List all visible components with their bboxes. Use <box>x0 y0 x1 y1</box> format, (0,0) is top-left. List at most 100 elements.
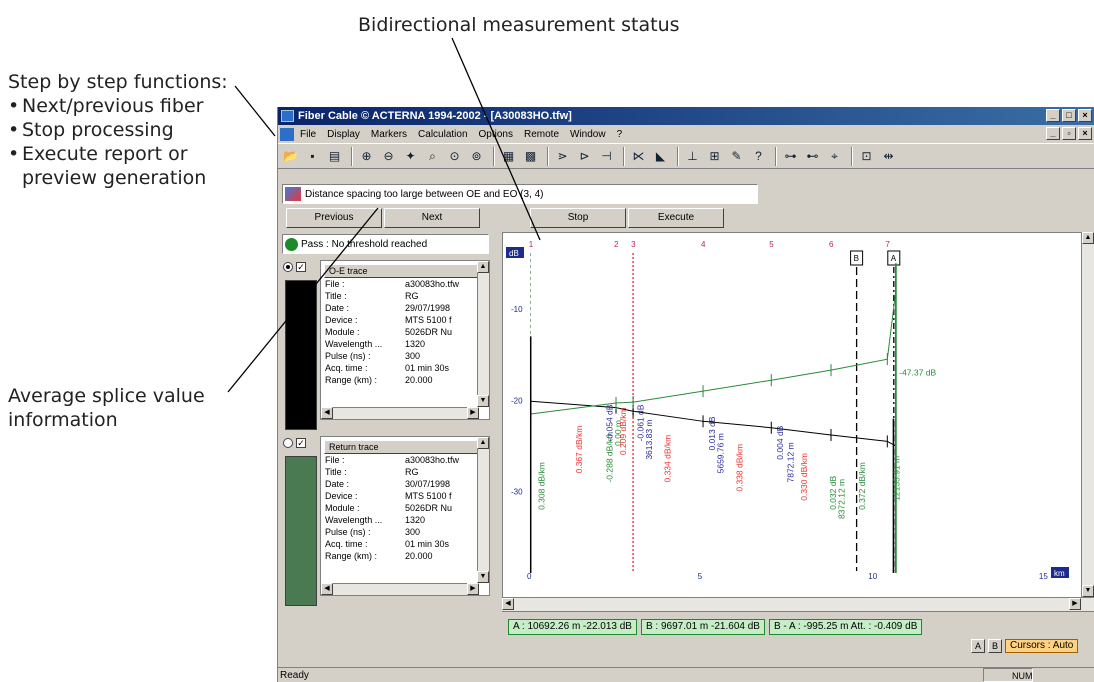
title-bar: Fiber Cable © ACTERNA 1994-2002 - [A3008… <box>278 107 1094 125</box>
chart-horizontal-scrollbar[interactable]: ◀ ▶ <box>502 597 1094 611</box>
trace-checkbox[interactable]: ✓ <box>296 438 306 448</box>
scroll-down-icon[interactable]: ▼ <box>477 571 489 583</box>
execute-button[interactable]: Execute <box>628 208 724 228</box>
event-value-label: 0.308 dB/km <box>536 462 546 510</box>
menu-calculation[interactable]: Calculation <box>418 129 467 140</box>
print-icon[interactable]: ▤ <box>325 147 344 166</box>
compare-icon[interactable]: ⊶ <box>781 147 800 166</box>
cursor-a-readout: A : 10692.26 m -22.013 dB <box>508 619 637 635</box>
cursor-icon[interactable]: ◣ <box>651 147 670 166</box>
zoom-out-icon[interactable]: ⊖ <box>379 147 398 166</box>
scroll-right-icon[interactable]: ▶ <box>1069 598 1081 610</box>
trace-info-row: Module : 5026DR Nu <box>321 326 489 338</box>
next-button[interactable]: Next <box>384 208 480 228</box>
scroll-down-icon[interactable]: ▼ <box>477 395 489 407</box>
scroll-left-icon[interactable]: ◀ <box>321 583 333 595</box>
otdr-chart-svg[interactable]: dB km -10 -20 -30 0 5 10 15 1 2 3 4 5 6 7 B A 0.308 dB/km -… <box>503 233 1083 598</box>
cursor-a-button[interactable]: A <box>971 639 985 653</box>
trace-radio[interactable] <box>283 438 293 448</box>
close-icon[interactable]: × <box>1078 109 1092 122</box>
trace-icon[interactable]: ⊳ <box>575 147 594 166</box>
trace-color-swatch <box>285 456 317 606</box>
callout-splice: Average splice value information <box>8 384 205 432</box>
trace-info-box: O-E trace File : a30083ho.tfw Title : RG Dat… <box>320 260 490 420</box>
edit-icon[interactable]: ⊞ <box>705 147 724 166</box>
help-icon[interactable]: ? <box>749 147 768 166</box>
trace-info-key: Range (km) : <box>325 551 378 561</box>
cursor-b-button[interactable]: B <box>988 639 1002 653</box>
splice-icon[interactable]: ⋗ <box>553 147 572 166</box>
horizontal-scrollbar[interactable]: ◀ ▶ <box>321 583 479 595</box>
overlay-icon[interactable]: ⊷ <box>803 147 822 166</box>
trace-info-value: 300 <box>405 351 421 361</box>
menu-file[interactable]: File <box>300 129 316 140</box>
section-icon[interactable]: ⊥ <box>683 147 702 166</box>
scroll-up-icon[interactable]: ▲ <box>1082 232 1094 244</box>
mdi-minimize-icon[interactable]: _ <box>1046 127 1060 140</box>
trace-info-row: Device : MTS 5100 f <box>321 314 489 326</box>
cursor-marker-label: A <box>891 254 897 263</box>
trace-info-row: Title : RG <box>321 290 489 302</box>
zoom-fit-icon[interactable]: ✦ <box>401 147 420 166</box>
report-icon[interactable]: ✎ <box>727 147 746 166</box>
scroll-down-icon[interactable]: ▼ <box>1082 585 1094 597</box>
mdi-restore-icon[interactable]: ▫ <box>1062 127 1076 140</box>
scroll-left-icon[interactable]: ◀ <box>502 598 514 610</box>
scroll-up-icon[interactable]: ▲ <box>477 261 489 273</box>
zoom-y-icon[interactable]: ⊚ <box>467 147 486 166</box>
x-tick-label: 5 <box>698 572 703 581</box>
cursor-mode-badge[interactable]: Cursors : Auto <box>1005 639 1079 653</box>
vertical-scrollbar[interactable]: ▲ ▼ <box>477 261 489 407</box>
zoom-x-icon[interactable]: ⊙ <box>445 147 464 166</box>
menu-options[interactable]: Options <box>479 129 513 140</box>
save-icon[interactable]: ▪ <box>303 147 322 166</box>
menu-markers[interactable]: Markers <box>371 129 407 140</box>
trace-info-row: Wavelength ... 1320 <box>321 338 489 350</box>
event-icon[interactable]: ⋉ <box>629 147 648 166</box>
menu-display[interactable]: Display <box>327 129 360 140</box>
trace-info-value: 20.000 <box>405 375 433 385</box>
scroll-up-icon[interactable]: ▲ <box>477 437 489 449</box>
menu-remote[interactable]: Remote <box>524 129 559 140</box>
trace-info-value: MTS 5100 f <box>405 491 452 501</box>
trace-checkbox[interactable]: ✓ <box>296 262 306 272</box>
locate-icon[interactable]: ⌖ <box>825 147 844 166</box>
marker-icon[interactable]: ⊣ <box>597 147 616 166</box>
trace-radio[interactable] <box>283 262 293 272</box>
window-title: Fiber Cable © ACTERNA 1994-2002 - [A3008… <box>298 110 572 122</box>
expand-icon[interactable]: ⊡ <box>857 147 876 166</box>
mdi-close-icon[interactable]: × <box>1078 127 1092 140</box>
open-icon[interactable]: 📂 <box>281 147 300 166</box>
vertical-scrollbar[interactable]: ▲ ▼ <box>477 437 489 583</box>
trace-color-swatch <box>285 280 317 430</box>
measure-icon[interactable]: ▩ <box>521 147 540 166</box>
zoom-in-icon[interactable]: ⊕ <box>357 147 376 166</box>
x-tick-label: 10 <box>868 572 877 581</box>
event-value-label: -0.054 dB <box>605 404 615 441</box>
previous-button[interactable]: Previous <box>286 208 382 228</box>
menu-window[interactable]: Window <box>570 129 606 140</box>
bidir-icon[interactable]: ⇹ <box>879 147 898 166</box>
menu-help[interactable]: ? <box>617 129 623 140</box>
otdr-chart[interactable]: dB km -10 -20 -30 0 5 10 15 1 2 3 4 5 6 7 B A 0.308 dB/km -… <box>502 232 1094 612</box>
app-window: Fiber Cable © ACTERNA 1994-2002 - [A3008… <box>277 107 1094 682</box>
callout-step-title: Step by step functions: <box>8 71 228 93</box>
trace-info-row: Module : 5026DR Nu <box>321 502 489 514</box>
scroll-left-icon[interactable]: ◀ <box>321 407 333 419</box>
trace-info-key: Range (km) : <box>325 375 378 385</box>
event-value-label: 0.334 dB/km <box>663 435 673 483</box>
trace-info-key: Module : <box>325 503 360 513</box>
toolbar-separator <box>547 146 549 166</box>
table-icon[interactable]: ▦ <box>499 147 518 166</box>
trace-info-value: 1320 <box>405 515 426 525</box>
minimize-icon[interactable]: _ <box>1046 109 1060 122</box>
horizontal-scrollbar[interactable]: ◀ ▶ <box>321 407 479 419</box>
cursor-controls: A B Cursors : Auto <box>971 639 1079 653</box>
trace-info-row: Wavelength ... 1320 <box>321 514 489 526</box>
scroll-right-icon[interactable]: ▶ <box>467 583 479 595</box>
stop-button[interactable]: Stop <box>530 208 626 228</box>
zoom-region-icon[interactable]: ⌕ <box>423 147 442 166</box>
chart-vertical-scrollbar[interactable]: ▲ ▼ <box>1081 232 1094 597</box>
restore-icon[interactable]: □ <box>1062 109 1076 122</box>
scroll-right-icon[interactable]: ▶ <box>467 407 479 419</box>
